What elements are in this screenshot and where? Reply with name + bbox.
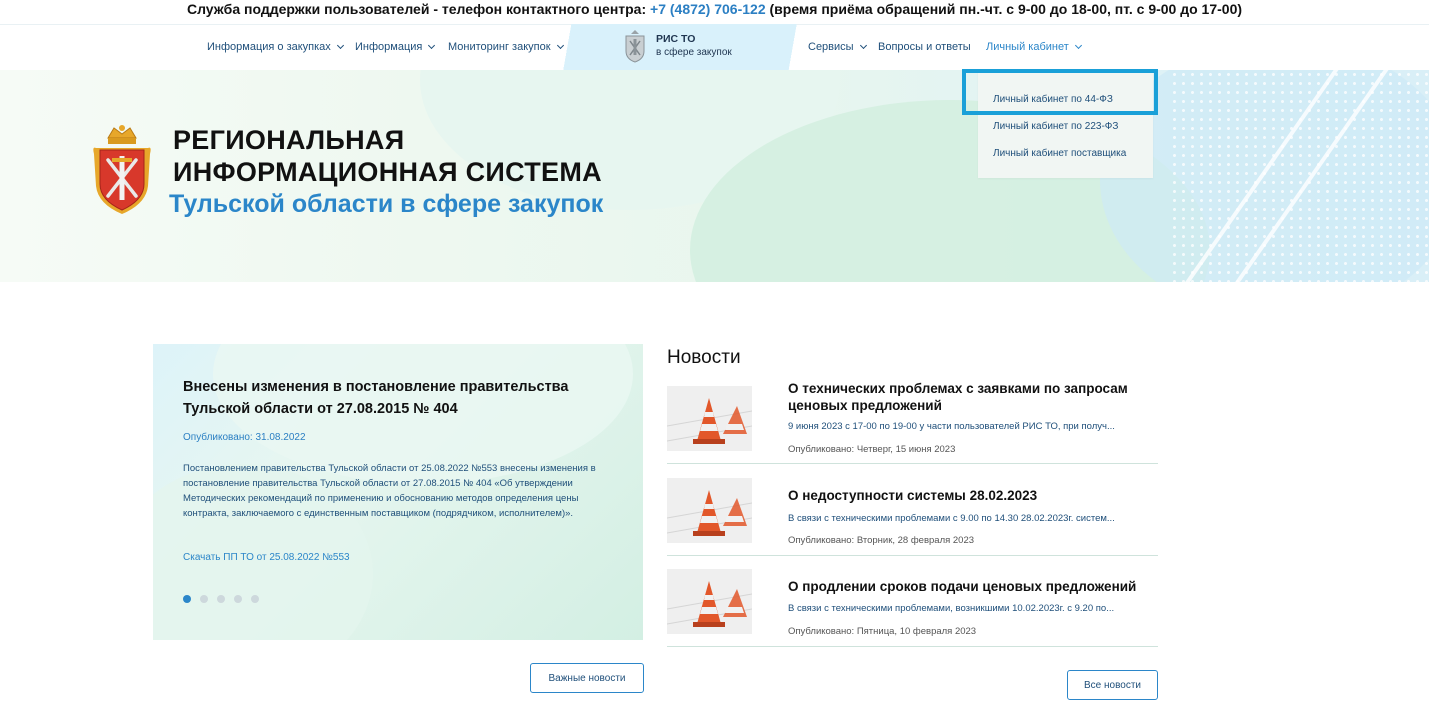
nav-item-services[interactable]: Сервисы <box>808 41 867 53</box>
slider-dot[interactable] <box>251 595 259 603</box>
support-suffix: (время приёма обращений пн.-чт. с 9-00 д… <box>765 1 1243 17</box>
traffic-cone-image <box>667 386 752 451</box>
nav-item-monitoring[interactable]: Мониторинг закупок <box>448 41 564 53</box>
support-bar: Служба поддержки пользователей - телефон… <box>0 0 1429 22</box>
news-date: Опубликовано: Пятница, 10 февраля 2023 <box>788 626 977 637</box>
site-logo[interactable]: РИС ТО в сфере закупок <box>622 29 732 63</box>
hero-title-line1: РЕГИОНАЛЬНАЯ <box>173 125 405 155</box>
slider-dot[interactable] <box>217 595 225 603</box>
news-summary: В связи с техническими проблемами, возни… <box>788 603 1115 614</box>
nav-item-label: Информация о закупках <box>207 41 331 53</box>
news-summary: В связи с техническими проблемами с 9.00… <box>788 513 1115 524</box>
slider-dot[interactable] <box>183 595 191 603</box>
nav-item-label: Мониторинг закупок <box>448 41 551 53</box>
slider-pagination <box>183 595 259 603</box>
nav-item-label: Информация <box>355 41 423 53</box>
chevron-down-icon <box>428 41 436 50</box>
news-title[interactable]: О недоступности системы 28.02.2023 <box>788 487 1158 504</box>
dropdown-item-supplier[interactable]: Личный кабинет поставщика <box>993 148 1126 159</box>
important-news-slider: Внесены изменения в постановление правит… <box>153 344 643 640</box>
all-news-button[interactable]: Все новости <box>1067 670 1158 700</box>
nav-item-information[interactable]: Информация <box>355 41 436 53</box>
news-thumbnail <box>667 569 752 634</box>
chevron-down-icon <box>336 41 344 50</box>
traffic-cone-image <box>667 478 752 543</box>
slide-date: Опубликовано: 31.08.2022 <box>183 432 306 443</box>
slider-dot[interactable] <box>234 595 242 603</box>
slide-title[interactable]: Внесены изменения в постановление правит… <box>183 376 613 420</box>
news-heading: Новости <box>667 347 741 368</box>
dropdown-item-highlight <box>962 69 1158 115</box>
chevron-down-icon <box>556 41 564 50</box>
news-item[interactable]: О технических проблемах с заявками по за… <box>667 378 1158 464</box>
nav-item-label: Вопросы и ответы <box>878 41 971 53</box>
slider-dot[interactable] <box>200 595 208 603</box>
logo-title: РИС ТО <box>656 33 696 45</box>
chevron-down-icon <box>1074 41 1082 50</box>
logo-text: РИС ТО в сфере закупок <box>656 32 732 60</box>
support-phone-link[interactable]: +7 (4872) 706-122 <box>650 1 766 17</box>
nav-item-procurement-info[interactable]: Информация о закупках <box>207 41 344 53</box>
news-thumbnail <box>667 478 752 543</box>
tula-coat-of-arms-icon <box>93 125 151 214</box>
slide-text: Постановлением правительства Тульской об… <box>183 463 596 519</box>
news-thumbnail <box>667 386 752 451</box>
nav-item-personal-account[interactable]: Личный кабинет <box>986 41 1082 53</box>
important-news-button[interactable]: Важные новости <box>530 663 644 693</box>
news-summary: 9 июня 2023 с 17-00 по 19-00 у части пол… <box>788 421 1115 432</box>
traffic-cone-image <box>667 569 752 634</box>
news-date: Опубликовано: Четверг, 15 июня 2023 <box>788 444 956 455</box>
news-date: Опубликовано: Вторник, 28 февраля 2023 <box>788 535 975 546</box>
slide-download-link[interactable]: Скачать ПП ТО от 25.08.2022 №553 <box>183 552 350 563</box>
news-item[interactable]: О недоступности системы 28.02.2023 В свя… <box>667 470 1158 556</box>
nav-item-faq[interactable]: Вопросы и ответы <box>878 41 971 53</box>
support-prefix: Служба поддержки пользователей - телефон… <box>186 1 651 17</box>
nav-item-label: Личный кабинет <box>986 41 1069 53</box>
hero-subtitle: Тульской области в сфере закупок <box>169 190 604 218</box>
chevron-down-icon <box>859 41 867 50</box>
coat-of-arms-icon <box>625 30 645 63</box>
news-item[interactable]: О продлении сроков подачи ценовых предло… <box>667 561 1158 647</box>
news-title[interactable]: О продлении сроков подачи ценовых предло… <box>788 578 1158 595</box>
dropdown-item-223fz[interactable]: Личный кабинет по 223-ФЗ <box>993 121 1118 132</box>
nav-item-label: Сервисы <box>808 41 854 53</box>
news-title[interactable]: О технических проблемах с заявками по за… <box>788 380 1158 414</box>
hero-title-line2: ИНФОРМАЦИОННАЯ СИСТЕМА <box>173 157 602 187</box>
logo-subtitle: в сфере закупок <box>656 47 732 58</box>
